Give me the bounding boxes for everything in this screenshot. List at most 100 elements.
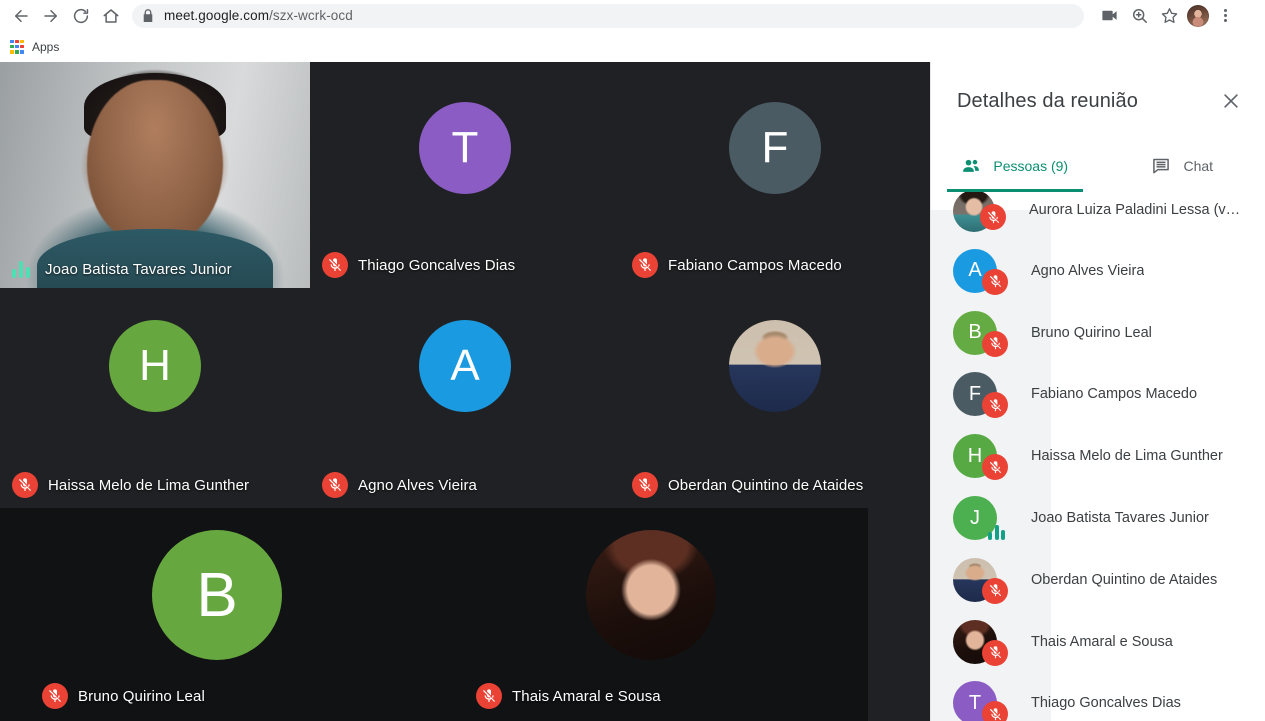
mic-off-icon	[632, 252, 658, 278]
avatar-wrap: F	[953, 372, 997, 416]
tile-label: Joao Batista Tavares Junior	[12, 260, 232, 278]
magnifier-icon[interactable]	[1124, 1, 1154, 31]
avatar: H	[109, 320, 201, 412]
mic-off-icon	[982, 331, 1008, 357]
apps-shortcut[interactable]: Apps	[10, 40, 59, 54]
star-icon[interactable]	[1154, 1, 1184, 31]
tab-label: Chat	[1183, 158, 1213, 174]
avatar-wrap: A	[953, 249, 997, 293]
avatar	[586, 530, 716, 660]
tile-label: Thais Amaral e Sousa	[476, 683, 661, 709]
mic-off-icon	[980, 204, 1006, 230]
video-tile-haissa-melo-de-lima-gunther[interactable]: H Haissa Melo de Lima Gunther	[0, 288, 310, 508]
browser-chrome: meet.google.com/szx-wcrk-ocd Apps	[0, 0, 1265, 62]
participant-name: Thais Amaral e Sousa	[512, 688, 661, 705]
video-tile-agno-alves-vieira[interactable]: A Agno Alves Vieira	[310, 288, 620, 508]
list-item[interactable]: H Haissa Melo de Lima Gunther	[931, 425, 1265, 487]
apps-label: Apps	[32, 40, 59, 54]
video-grid: Joao Batista Tavares Junior T Thiago Gon…	[0, 62, 930, 721]
mic-off-icon	[12, 472, 38, 498]
list-item[interactable]: J Joao Batista Tavares Junior	[931, 487, 1265, 549]
mic-off-icon	[982, 454, 1008, 480]
list-item[interactable]: B Bruno Quirino Leal	[931, 302, 1265, 364]
participant-name: Bruno Quirino Leal	[1031, 325, 1152, 341]
address-bar[interactable]: meet.google.com/szx-wcrk-ocd	[132, 4, 1084, 28]
avatar-wrap: J	[953, 496, 997, 540]
close-icon[interactable]	[1216, 86, 1246, 116]
participant-name: Aurora Luiza Paladini Lessa (v…	[1029, 202, 1240, 218]
tile-label: Thiago Goncalves Dias	[322, 252, 515, 278]
participant-name: Fabiano Campos Macedo	[1031, 386, 1197, 402]
chat-icon	[1151, 156, 1171, 176]
mic-off-icon	[982, 269, 1008, 295]
participant-name: Thiago Goncalves Dias	[358, 257, 515, 274]
avatar	[729, 320, 821, 412]
panel-tabs: Pessoas (9) Chat	[931, 140, 1265, 192]
apps-grid-icon	[10, 40, 24, 54]
video-tile-bruno-quirino-leal[interactable]: B Bruno Quirino Leal	[0, 508, 434, 721]
list-item[interactable]: Thais Amaral e Sousa	[931, 611, 1265, 673]
participant-name: Haissa Melo de Lima Gunther	[48, 477, 249, 494]
mic-off-icon	[982, 578, 1008, 604]
avatar-wrap	[953, 620, 997, 664]
bookmarks-bar: Apps	[0, 31, 1265, 62]
tab-chat[interactable]: Chat	[1099, 140, 1265, 192]
participant-name: Thiago Goncalves Dias	[1031, 695, 1181, 711]
video-tile-fabiano-campos-macedo[interactable]: F Fabiano Campos Macedo	[620, 62, 930, 288]
lock-icon	[142, 9, 154, 23]
mic-off-icon	[982, 640, 1008, 666]
three-dot-menu-icon[interactable]	[1212, 1, 1238, 31]
avatar[interactable]	[1187, 5, 1209, 27]
avatar: B	[152, 530, 282, 660]
tab-pessoas[interactable]: Pessoas (9)	[931, 140, 1099, 192]
tile-label: Fabiano Campos Macedo	[632, 252, 842, 278]
tile-label: Oberdan Quintino de Ataides	[632, 472, 863, 498]
mic-off-icon	[42, 683, 68, 709]
reload-icon[interactable]	[66, 1, 96, 31]
participant-name: Oberdan Quintino de Ataides	[1031, 572, 1217, 588]
avatar-wrap	[953, 192, 995, 232]
speaking-indicator-icon	[985, 514, 1011, 540]
avatar-wrap: T	[953, 681, 997, 721]
participant-name: Bruno Quirino Leal	[78, 688, 205, 705]
home-icon[interactable]	[96, 1, 126, 31]
participant-name: Joao Batista Tavares Junior	[1031, 510, 1209, 526]
participant-name: Oberdan Quintino de Ataides	[668, 477, 863, 494]
list-item[interactable]: T Thiago Goncalves Dias	[931, 673, 1265, 721]
url-text: meet.google.com/szx-wcrk-ocd	[164, 8, 353, 23]
url-domain: meet.google.com	[164, 8, 269, 23]
participant-name: Haissa Melo de Lima Gunther	[1031, 448, 1223, 464]
back-arrow-icon[interactable]	[6, 1, 36, 31]
video-tile-oberdan-quintino-de-ataides[interactable]: Oberdan Quintino de Ataides	[620, 288, 930, 508]
participant-name: Agno Alves Vieira	[1031, 263, 1144, 279]
participant-name: Agno Alves Vieira	[358, 477, 477, 494]
mic-off-icon	[476, 683, 502, 709]
video-camera-icon[interactable]	[1094, 1, 1124, 31]
avatar: F	[729, 102, 821, 194]
forward-arrow-icon[interactable]	[36, 1, 66, 31]
browser-toolbar: meet.google.com/szx-wcrk-ocd	[0, 0, 1265, 31]
page-title: Detalhes da reunião	[957, 90, 1216, 113]
tile-label: Agno Alves Vieira	[322, 472, 477, 498]
panel-header: Detalhes da reunião	[931, 62, 1265, 140]
meeting-details-panel: Detalhes da reunião Pessoas (9) Chat	[930, 62, 1265, 721]
avatar-wrap: B	[953, 311, 997, 355]
list-item[interactable]: F Fabiano Campos Macedo	[931, 364, 1265, 426]
url-path: /szx-wcrk-ocd	[269, 8, 353, 23]
list-item[interactable]: Oberdan Quintino de Ataides	[931, 549, 1265, 611]
video-tile-thais-amaral-e-sousa[interactable]: Thais Amaral e Sousa	[434, 508, 868, 721]
tile-label: Bruno Quirino Leal	[42, 683, 205, 709]
video-tile-thiago-goncalves-dias[interactable]: T Thiago Goncalves Dias	[310, 62, 620, 288]
speaking-indicator-icon	[12, 260, 33, 278]
video-tile-joao-batista-tavares-junior[interactable]: Joao Batista Tavares Junior	[0, 62, 310, 288]
tab-label: Pessoas (9)	[993, 158, 1068, 174]
mic-off-icon	[322, 472, 348, 498]
list-item[interactable]: Aurora Luiza Paladini Lessa (v…	[931, 192, 1265, 240]
list-item[interactable]: A Agno Alves Vieira	[931, 240, 1265, 302]
mic-off-icon	[982, 701, 1008, 721]
participant-name: Joao Batista Tavares Junior	[45, 261, 232, 278]
avatar: T	[419, 102, 511, 194]
mic-off-icon	[982, 392, 1008, 418]
avatar: A	[419, 320, 511, 412]
participants-list[interactable]: Aurora Luiza Paladini Lessa (v… A Agno A…	[931, 192, 1265, 721]
